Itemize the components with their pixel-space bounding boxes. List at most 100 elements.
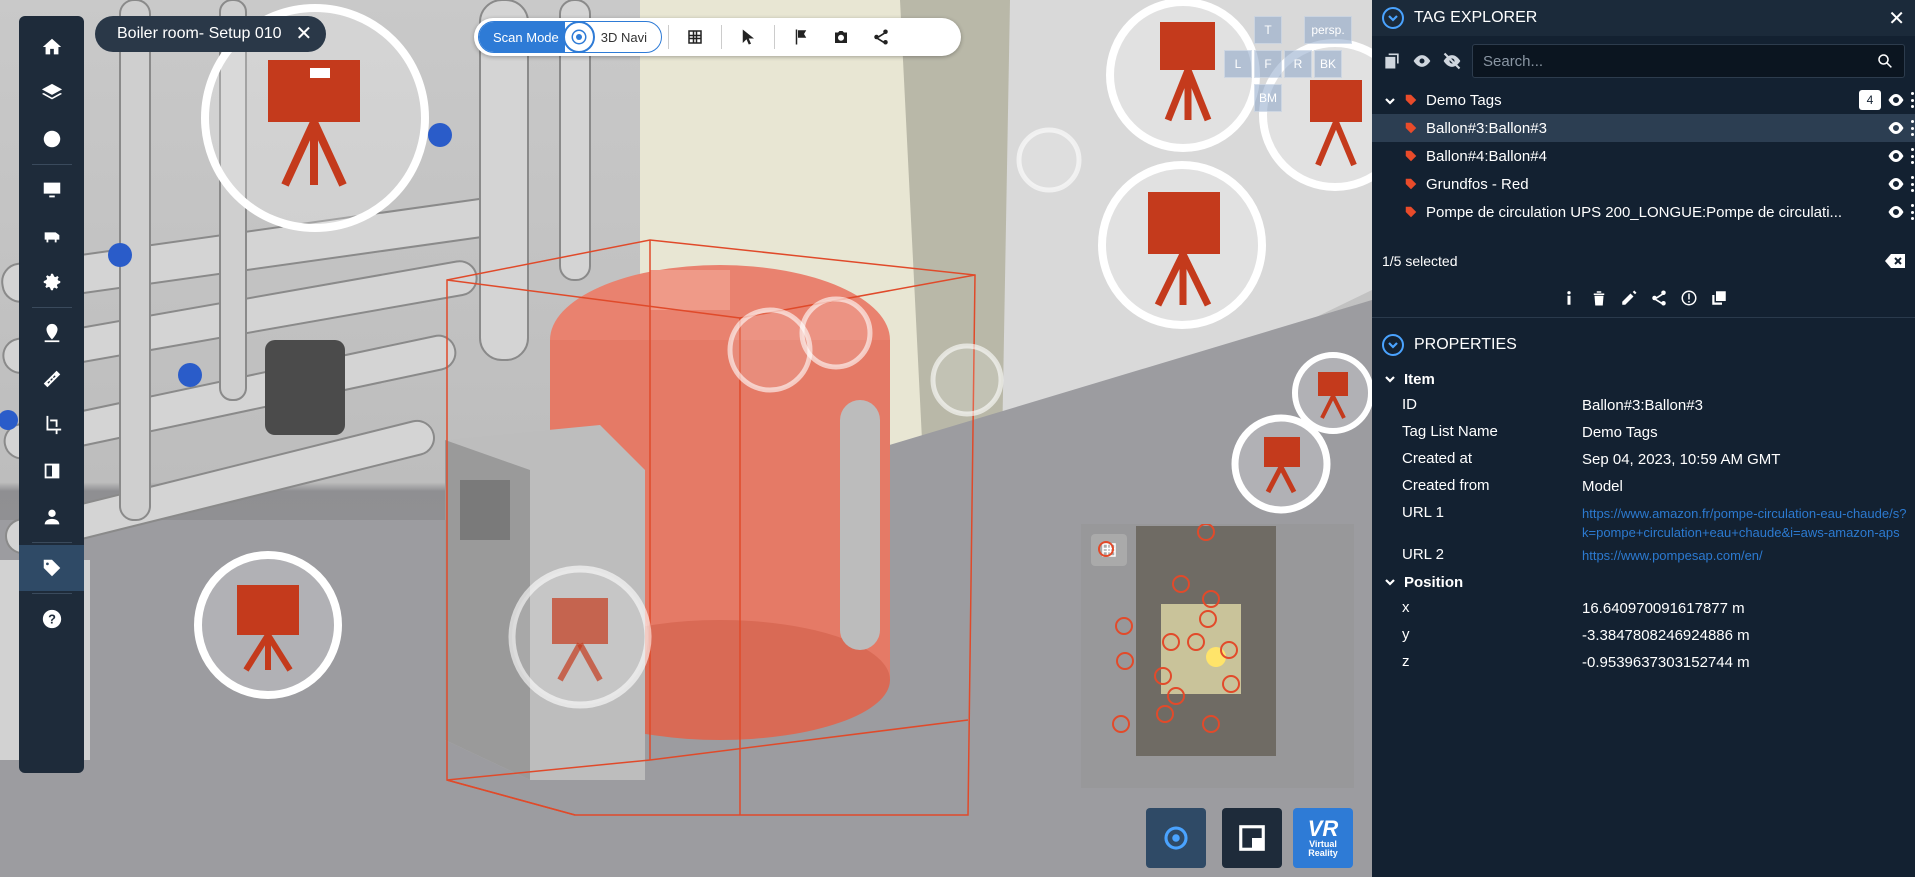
divider xyxy=(31,307,72,308)
properties-header: PROPERTIES xyxy=(1372,330,1915,360)
view-front-button[interactable]: F xyxy=(1254,50,1282,78)
divider xyxy=(774,25,776,49)
tag-toolbar xyxy=(1372,36,1915,86)
mode-toggle-knob[interactable] xyxy=(562,22,595,52)
position-section-title: Position xyxy=(1404,573,1464,591)
eye-icon[interactable] xyxy=(1887,120,1905,136)
property-row: y -3.3847808246924886 m xyxy=(1372,622,1915,649)
url1-link[interactable]: https://www.amazon.fr/pompe-circulation-… xyxy=(1582,504,1915,542)
navi-mode-label[interactable]: 3D Navi xyxy=(595,30,661,45)
tag-explorer-title: TAG EXPLORER xyxy=(1414,9,1538,26)
grid-icon xyxy=(688,30,702,44)
monitor-button[interactable] xyxy=(19,167,84,213)
eye-icon[interactable] xyxy=(1887,204,1905,220)
settings-button[interactable] xyxy=(19,259,84,305)
property-key: Created at xyxy=(1402,450,1473,467)
collapse-properties-button[interactable] xyxy=(1382,334,1404,356)
flag-button[interactable] xyxy=(781,18,821,56)
cattle-icon xyxy=(44,232,59,243)
grid-view-button[interactable] xyxy=(675,18,715,56)
scan-mode-button[interactable] xyxy=(1146,808,1206,868)
camera-icon xyxy=(835,31,848,43)
view-right-button[interactable]: R xyxy=(1284,50,1312,78)
selection-status: 1/5 selected xyxy=(1382,253,1458,269)
info-icon[interactable] xyxy=(1560,289,1578,307)
svg-text:?: ? xyxy=(48,612,56,627)
tag-row[interactable]: Ballon#3:Ballon#3 xyxy=(1372,114,1915,142)
tag-icon xyxy=(43,559,60,577)
scan-station-marker[interactable] xyxy=(1231,414,1331,514)
properties-title: PROPERTIES xyxy=(1414,336,1517,353)
close-panel-button[interactable]: ✕ xyxy=(1888,6,1905,31)
trash-icon[interactable] xyxy=(1590,289,1608,307)
measure-button[interactable] xyxy=(19,356,84,402)
monitor-icon xyxy=(43,182,60,198)
item-section-header[interactable]: Item xyxy=(1372,366,1915,392)
tag-row[interactable]: Ballon#4:Ballon#4 xyxy=(1372,142,1915,170)
tag-explorer-header: TAG EXPLORER ✕ xyxy=(1372,0,1915,36)
select-button[interactable] xyxy=(728,18,768,56)
vr-title: VR xyxy=(1307,816,1339,841)
layers-icon xyxy=(41,83,62,100)
eye-icon[interactable] xyxy=(1887,176,1905,192)
collapse-tag-explorer-button[interactable] xyxy=(1382,7,1404,29)
more-options-icon[interactable] xyxy=(1911,120,1915,136)
user-globe-button[interactable] xyxy=(19,494,84,540)
screenshot-button[interactable] xyxy=(821,18,861,56)
view-left-button[interactable]: L xyxy=(1224,50,1252,78)
3d-viewport[interactable]: ? Boiler room- Setup 010 ✕ Scan Mode 3D … xyxy=(0,0,1372,877)
fullscreen-button[interactable] xyxy=(1222,808,1282,868)
clear-selection-icon[interactable] xyxy=(1885,254,1905,268)
mode-toggle[interactable]: Scan Mode 3D Navi xyxy=(478,21,663,53)
scan-station-marker[interactable] xyxy=(1292,352,1372,434)
eye-icon[interactable] xyxy=(1887,92,1905,108)
tag-row[interactable]: Pompe de circulation UPS 200_LONGUE:Pomp… xyxy=(1372,198,1915,226)
search-icon[interactable] xyxy=(1876,52,1894,70)
crop-button[interactable] xyxy=(19,402,84,448)
property-row: Tag List Name Demo Tags xyxy=(1372,419,1915,446)
share-icon xyxy=(874,29,888,45)
scan-mode-label[interactable]: Scan Mode xyxy=(479,22,565,52)
share-button[interactable] xyxy=(861,18,901,56)
url2-link[interactable]: https://www.pompesap.com/en/ xyxy=(1582,546,1915,565)
more-options-icon[interactable] xyxy=(1911,148,1915,164)
tag-row[interactable]: Grundfos - Red xyxy=(1372,170,1915,198)
position-section-header[interactable]: Position xyxy=(1372,569,1915,595)
eye-icon[interactable] xyxy=(1887,148,1905,164)
scan-station-marker[interactable] xyxy=(1098,161,1266,329)
minimap[interactable] xyxy=(1081,524,1354,788)
more-options-icon[interactable] xyxy=(1911,92,1915,108)
search-input[interactable] xyxy=(1483,52,1876,70)
location-button[interactable] xyxy=(19,310,84,356)
clip-box-button[interactable] xyxy=(19,448,84,494)
property-row: URL 1 https://www.amazon.fr/pompe-circul… xyxy=(1372,500,1915,542)
view-back-button[interactable]: BK xyxy=(1314,50,1342,78)
tags-button[interactable] xyxy=(19,545,84,591)
property-row: Created at Sep 04, 2023, 10:59 AM GMT xyxy=(1372,446,1915,473)
help-button[interactable]: ? xyxy=(19,596,84,642)
layers-button[interactable] xyxy=(19,70,84,116)
cattle-button[interactable] xyxy=(19,213,84,259)
property-value: 16.640970091617877 m xyxy=(1582,600,1745,617)
virtual-reality-button[interactable]: VR Virtual Reality xyxy=(1293,808,1353,868)
more-options-icon[interactable] xyxy=(1911,204,1915,220)
view-bottom-button[interactable]: BM xyxy=(1254,84,1282,112)
home-button[interactable] xyxy=(19,24,84,70)
scan-station-marker[interactable] xyxy=(194,551,342,699)
eye-icon[interactable] xyxy=(1412,51,1432,71)
eye-off-icon[interactable] xyxy=(1442,51,1462,71)
sphere-button[interactable] xyxy=(19,116,84,162)
share-icon[interactable] xyxy=(1650,289,1668,307)
view-persp-button[interactable]: persp. xyxy=(1304,16,1352,44)
edit-icon[interactable] xyxy=(1620,289,1638,307)
tag-group-row[interactable]: Demo Tags 4 xyxy=(1372,86,1915,114)
chevron-down-icon[interactable] xyxy=(1384,94,1396,106)
alert-circle-icon[interactable] xyxy=(1680,289,1698,307)
close-scene-button[interactable]: ✕ xyxy=(296,24,313,44)
view-top-button[interactable]: T xyxy=(1254,16,1282,44)
copy-icon[interactable] xyxy=(1382,51,1402,71)
scan-station-marker[interactable] xyxy=(508,565,652,709)
divider xyxy=(31,164,72,165)
more-options-icon[interactable] xyxy=(1911,176,1915,192)
duplicate-icon[interactable] xyxy=(1710,289,1728,307)
